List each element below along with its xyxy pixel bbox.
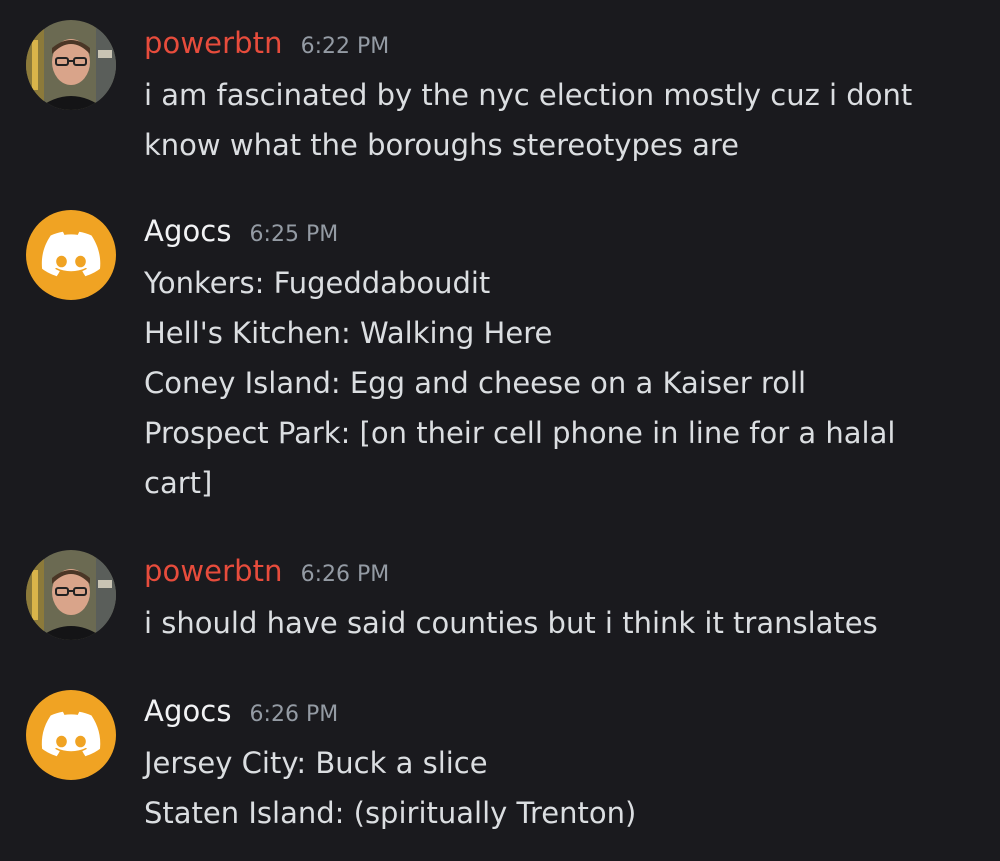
timestamp: 6:25 PM	[249, 222, 339, 247]
person-photo-icon	[26, 20, 116, 110]
user-avatar[interactable]	[26, 20, 116, 110]
timestamp: 6:26 PM	[249, 702, 339, 727]
user-avatar[interactable]	[26, 550, 116, 640]
message-text-line: i am fascinated by the nyc election most…	[144, 78, 913, 112]
timestamp: 6:22 PM	[300, 34, 390, 59]
timestamp: 6:26 PM	[300, 562, 390, 587]
message-text-line: Yonkers: Fugeddaboudit	[144, 266, 491, 300]
message-text-line: Coney Island: Egg and cheese on a Kaiser…	[144, 366, 807, 400]
user-avatar[interactable]	[26, 690, 116, 780]
message-text-line: Staten Island: (spiritually Trenton)	[144, 796, 637, 830]
username[interactable]: powerbtn	[144, 26, 283, 60]
message-text-line: know what the boroughs stereotypes are	[144, 128, 739, 162]
user-avatar[interactable]	[26, 210, 116, 300]
username[interactable]: Agocs	[144, 694, 232, 728]
username[interactable]: powerbtn	[144, 554, 283, 588]
message-header: powerbtn 6:26 PM	[144, 554, 970, 598]
message-text-line: i should have said counties but i think …	[144, 606, 878, 640]
message-text-line: Prospect Park: [on their cell phone in l…	[144, 416, 896, 450]
username[interactable]: Agocs	[144, 214, 232, 248]
discord-logo-icon	[41, 231, 101, 277]
message-header: Agocs 6:26 PM	[144, 694, 970, 738]
person-photo-icon	[26, 550, 116, 640]
message-header: powerbtn 6:22 PM	[144, 26, 970, 70]
message-text-line: Jersey City: Buck a slice	[144, 746, 488, 780]
message-text-line: Hell's Kitchen: Walking Here	[144, 316, 553, 350]
message-header: Agocs 6:25 PM	[144, 214, 970, 258]
message-text-line: cart]	[144, 466, 213, 500]
discord-logo-icon	[41, 711, 101, 757]
